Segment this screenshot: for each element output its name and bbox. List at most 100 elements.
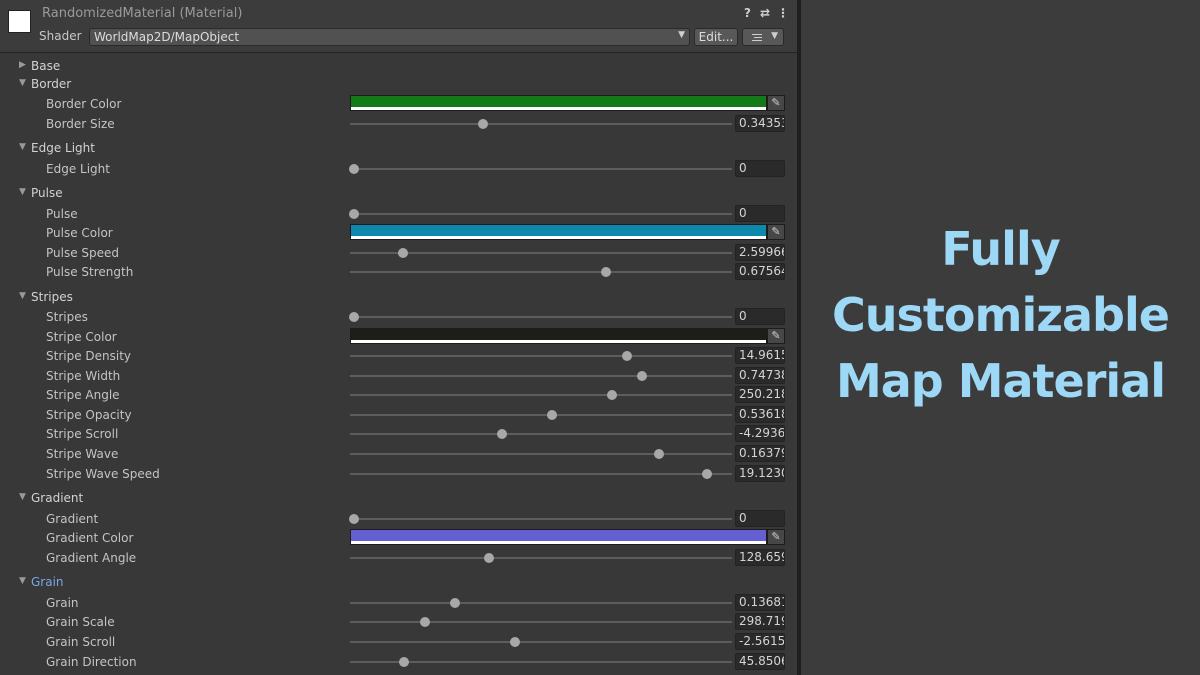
slider-thumb[interactable] [496, 429, 507, 439]
alpha-bar [351, 340, 766, 343]
number-field[interactable]: 0.13681 [735, 594, 785, 611]
group-edge-light[interactable]: ▼ Edge Light [0, 140, 797, 158]
slider-thumb[interactable] [636, 371, 647, 381]
slider-track[interactable] [350, 410, 732, 420]
number-field[interactable]: -4.2936 [735, 425, 785, 442]
promo-panel: Fully Customizable Map Material [801, 0, 1200, 675]
slider-track[interactable] [350, 429, 732, 439]
slider-track[interactable] [349, 312, 732, 322]
slider-thumb[interactable] [349, 209, 359, 219]
number-field[interactable]: 0.74738 [735, 367, 785, 384]
slider-track[interactable] [350, 267, 732, 277]
number-field[interactable]: -2.5615 [735, 633, 785, 650]
slider-track[interactable] [349, 209, 732, 219]
foldout-expanded-icon[interactable]: ▼ [19, 78, 26, 88]
slider-thumb[interactable] [547, 410, 558, 420]
slider-thumb[interactable] [622, 351, 633, 361]
group-stripes[interactable]: ▼ Stripes [0, 289, 797, 307]
slider-track[interactable] [350, 371, 732, 381]
foldout-collapsed-icon[interactable]: ▶ [19, 60, 26, 70]
inspector-header: RandomizedMaterial (Material) ? ⇄ ⋮ Shad… [0, 0, 797, 53]
group-base[interactable]: ▶ Base [0, 58, 797, 76]
prop-stripe-width: Stripe Width 0.74738 [0, 367, 797, 385]
slider-track[interactable] [350, 469, 732, 479]
eyedropper-icon[interactable]: ✎ [767, 328, 785, 344]
slider-track[interactable] [350, 637, 732, 647]
foldout-expanded-icon[interactable]: ▼ [19, 187, 26, 197]
group-grain[interactable]: ▼ Grain [0, 574, 797, 592]
prop-gradient-angle: Gradient Angle 128.659 [0, 549, 797, 567]
color-swatch-field[interactable] [350, 328, 767, 344]
slider-thumb[interactable] [449, 598, 460, 608]
foldout-expanded-icon[interactable]: ▼ [19, 291, 26, 301]
slider-track[interactable] [350, 248, 732, 258]
slider-track[interactable] [350, 598, 732, 608]
slider-thumb[interactable] [483, 553, 494, 563]
slider-thumb[interactable] [702, 469, 713, 479]
group-gradient[interactable]: ▼ Gradient [0, 490, 797, 508]
number-field[interactable]: 2.59966 [735, 244, 785, 261]
number-field[interactable]: 19.1230 [735, 465, 785, 482]
color-swatch-field[interactable] [350, 224, 767, 240]
prop-gradient: Gradient 0 [0, 510, 797, 528]
slider-thumb[interactable] [420, 617, 431, 627]
eyedropper-icon[interactable]: ✎ [767, 529, 785, 545]
color-swatch-field[interactable] [350, 95, 767, 111]
slider-track[interactable] [349, 164, 732, 174]
prop-label: Gradient [46, 512, 99, 526]
number-field[interactable]: 0.16379 [735, 445, 785, 462]
slider-track[interactable] [350, 553, 732, 563]
group-border[interactable]: ▼ Border [0, 76, 797, 94]
number-field[interactable]: 0.34353 [735, 115, 785, 132]
slider-thumb[interactable] [397, 248, 408, 258]
slider-thumb[interactable] [509, 637, 520, 647]
number-field[interactable]: 128.659 [735, 549, 785, 566]
edit-shader-button[interactable]: Edit... [694, 28, 738, 46]
slider-thumb[interactable] [653, 449, 664, 459]
foldout-expanded-icon[interactable]: ▼ [19, 492, 26, 502]
prop-label: Gradient Color [46, 531, 134, 545]
prop-label: Stripe Color [46, 330, 117, 344]
slider-thumb[interactable] [607, 390, 618, 400]
number-field[interactable]: 0 [735, 510, 785, 527]
slider-track[interactable] [350, 617, 732, 627]
foldout-expanded-icon[interactable]: ▼ [19, 142, 26, 152]
number-field[interactable]: 0 [735, 205, 785, 222]
shader-dropdown[interactable]: WorldMap2D/MapObject ▼ [89, 28, 690, 46]
slider-thumb[interactable] [349, 164, 359, 174]
eyedropper-icon[interactable]: ✎ [767, 95, 785, 111]
chevron-down-icon: ▼ [678, 30, 685, 40]
number-field[interactable]: 250.218 [735, 386, 785, 403]
group-pulse[interactable]: ▼ Pulse [0, 185, 797, 203]
slider-thumb[interactable] [399, 657, 410, 667]
group-label: Pulse [31, 186, 63, 200]
slider-track[interactable] [349, 514, 732, 524]
prop-label: Stripes [46, 310, 88, 324]
slider-track[interactable] [350, 390, 732, 400]
slider-track[interactable] [350, 449, 732, 459]
number-field[interactable]: 0.67564 [735, 263, 785, 280]
slider-track[interactable] [350, 119, 732, 129]
eyedropper-icon[interactable]: ✎ [767, 224, 785, 240]
number-field[interactable]: 14.9615 [735, 347, 785, 364]
help-icon[interactable]: ? [744, 6, 751, 20]
alpha-bar [351, 107, 766, 110]
foldout-expanded-icon[interactable]: ▼ [19, 576, 26, 586]
preset-icon[interactable]: ⇄ [760, 6, 770, 20]
number-field[interactable]: 0.53618 [735, 406, 785, 423]
slider-thumb[interactable] [601, 267, 612, 277]
slider-thumb[interactable] [349, 312, 359, 322]
slider-thumb[interactable] [349, 514, 359, 524]
shader-options-button[interactable]: ▼ [742, 28, 784, 46]
slider-thumb[interactable] [478, 119, 489, 129]
slider-track[interactable] [350, 657, 732, 667]
prop-label: Pulse Strength [46, 265, 134, 279]
number-field[interactable]: 45.8506 [735, 653, 785, 670]
slider-track[interactable] [350, 351, 732, 361]
color-swatch-field[interactable] [350, 529, 767, 545]
number-field[interactable]: 298.719 [735, 613, 785, 630]
kebab-menu-icon[interactable]: ⋮ [777, 6, 789, 20]
number-field[interactable]: 0 [735, 308, 785, 325]
number-field[interactable]: 0 [735, 160, 785, 177]
alpha-bar [351, 541, 766, 544]
